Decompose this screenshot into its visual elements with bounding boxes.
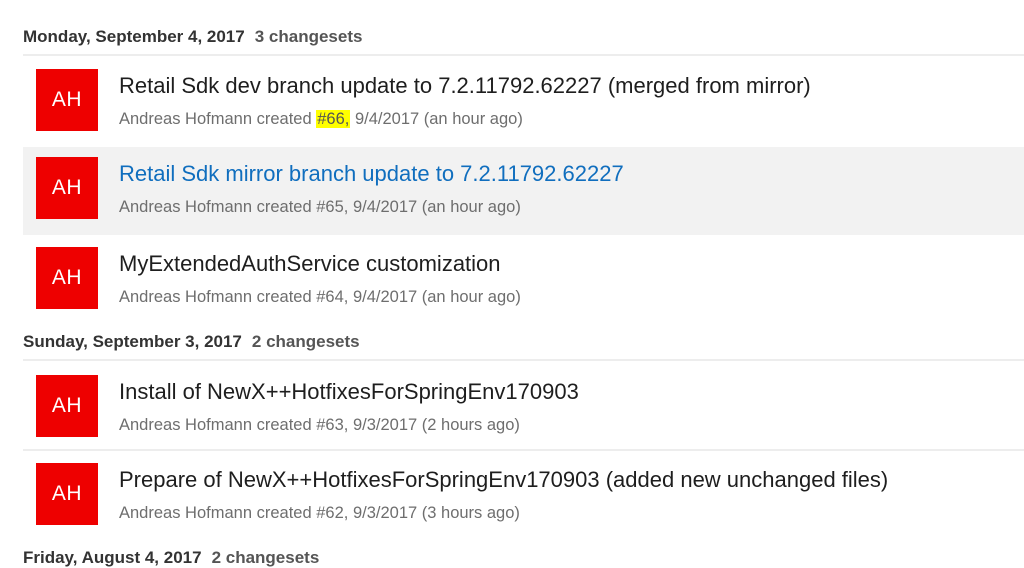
changeset-id[interactable]: #62, [316, 504, 348, 522]
changeset-date: 9/4/2017 (an hour ago) [354, 110, 523, 128]
divider [23, 449, 1024, 451]
group-count: 3 changesets [254, 27, 363, 46]
changeset-id[interactable]: #63, [316, 416, 348, 434]
verb: created [256, 416, 312, 434]
changeset-meta: Andreas Hofmann created #65, 9/4/2017 (a… [119, 198, 521, 217]
group-count: 2 changesets [211, 548, 320, 567]
changeset-date: 9/4/2017 (an hour ago) [352, 198, 521, 216]
avatar: AH [36, 247, 98, 309]
author: Andreas Hofmann [119, 110, 252, 128]
divider [23, 359, 1024, 361]
changeset-title[interactable]: Prepare of NewX++HotfixesForSpringEnv170… [119, 467, 888, 493]
group-date: Monday, September 4, 2017 [23, 27, 245, 46]
avatar: AH [36, 375, 98, 437]
changeset-id-highlighted[interactable]: #66, [316, 110, 351, 128]
changeset-title[interactable]: MyExtendedAuthService customization [119, 251, 501, 277]
author: Andreas Hofmann [119, 288, 252, 306]
verb: created [256, 288, 312, 306]
avatar: AH [36, 463, 98, 525]
changeset-meta: Andreas Hofmann created #62, 9/3/2017 (3… [119, 504, 520, 523]
author: Andreas Hofmann [119, 416, 252, 434]
group-date: Friday, August 4, 2017 [23, 548, 202, 567]
changeset-meta: Andreas Hofmann created #63, 9/3/2017 (2… [119, 416, 520, 435]
group-date: Sunday, September 3, 2017 [23, 332, 242, 351]
changeset-title[interactable]: Install of NewX++HotfixesForSpringEnv170… [119, 379, 579, 405]
changeset-row-64[interactable]: AH MyExtendedAuthService customization A… [23, 237, 1024, 325]
changeset-meta: Andreas Hofmann created #66, 9/4/2017 (a… [119, 110, 523, 129]
changeset-date: 9/3/2017 (3 hours ago) [352, 504, 520, 522]
group-count: 2 changesets [251, 332, 360, 351]
changeset-row-63[interactable]: AH Install of NewX++HotfixesForSpringEnv… [23, 365, 1024, 453]
changeset-id[interactable]: #64, [316, 288, 348, 306]
verb: created [256, 504, 312, 522]
group-header-aug-4: Friday, August 4, 2017 2 changesets [23, 548, 319, 568]
changeset-row-66[interactable]: AH Retail Sdk dev branch update to 7.2.1… [23, 59, 1024, 147]
author: Andreas Hofmann [119, 198, 252, 216]
group-header-sep-4: Monday, September 4, 2017 3 changesets [23, 27, 362, 47]
changeset-date: 9/4/2017 (an hour ago) [352, 288, 521, 306]
changeset-id[interactable]: #65, [316, 198, 348, 216]
verb: created [256, 110, 312, 128]
changeset-row-62[interactable]: AH Prepare of NewX++HotfixesForSpringEnv… [23, 453, 1024, 541]
verb: created [256, 198, 312, 216]
changeset-date: 9/3/2017 (2 hours ago) [352, 416, 520, 434]
changeset-row-65[interactable]: AH Retail Sdk mirror branch update to 7.… [23, 147, 1024, 235]
avatar: AH [36, 69, 98, 131]
changeset-meta: Andreas Hofmann created #64, 9/4/2017 (a… [119, 288, 521, 307]
divider [23, 54, 1024, 56]
group-header-sep-3: Sunday, September 3, 2017 2 changesets [23, 332, 360, 352]
author: Andreas Hofmann [119, 504, 252, 522]
changeset-title[interactable]: Retail Sdk dev branch update to 7.2.1179… [119, 73, 811, 99]
changeset-title-link[interactable]: Retail Sdk mirror branch update to 7.2.1… [119, 161, 624, 187]
avatar: AH [36, 157, 98, 219]
